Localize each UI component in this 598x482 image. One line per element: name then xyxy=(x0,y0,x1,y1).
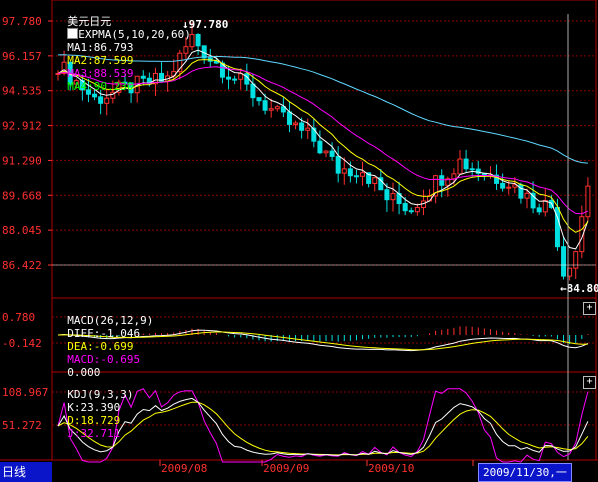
candle-body xyxy=(238,73,244,80)
candle-body xyxy=(195,33,201,47)
kdj-j: J:32.711 xyxy=(67,427,121,440)
candle-body xyxy=(573,251,579,269)
candle-body xyxy=(92,93,98,98)
candle-body xyxy=(353,175,359,178)
indicator-name: EXPMA(5,10,20,60) xyxy=(78,28,191,41)
candle-body xyxy=(384,189,390,201)
macd-tick-label: 0.780 xyxy=(2,311,35,324)
candle-body xyxy=(347,168,353,177)
candle-body xyxy=(457,158,463,175)
candle-body xyxy=(469,168,475,171)
candle-body xyxy=(536,207,542,213)
candle-body xyxy=(232,78,238,81)
macd-value: MACD:-0.695 xyxy=(67,353,141,366)
low-marker: ←84.800 xyxy=(560,282,598,295)
candle-body xyxy=(439,175,445,186)
macd-name: MACD(26,12,9) xyxy=(67,314,154,327)
main-legend: 美元日元 EXPMA(5,10,20,60) MA1:86.793 MA2:87… xyxy=(54,2,191,93)
candle-body xyxy=(286,111,292,125)
kdj-name: KDJ(9,3,3) xyxy=(67,388,134,401)
ma1-value: MA1:86.793 xyxy=(67,41,134,54)
kdj-k-line xyxy=(57,397,589,456)
period-tab[interactable]: 日线 xyxy=(0,462,52,482)
date-label: 2009/08 xyxy=(161,462,207,475)
macd-expand-button[interactable]: + xyxy=(583,302,596,315)
candle-body xyxy=(250,83,256,99)
price-tick-label: 96.157 xyxy=(2,50,42,63)
candle-body xyxy=(372,177,378,184)
expma-icon xyxy=(67,28,79,39)
candle-body xyxy=(561,246,567,277)
candle-body xyxy=(226,76,232,80)
candle-body xyxy=(408,210,414,213)
price-tick-label: 92.912 xyxy=(2,120,42,133)
candle-body xyxy=(463,158,469,170)
kdj-d: D:18.729 xyxy=(67,414,121,427)
price-tick-label: 86.422 xyxy=(2,259,42,272)
candle-body xyxy=(329,150,335,157)
macd-dea: DEA:-0.699 xyxy=(67,340,134,353)
kdj-legend: KDJ(9,3,3) K:23.390 D:18.729 J:32.711 xyxy=(54,375,133,440)
cursor-date: 2009/11/30,一 xyxy=(478,463,572,482)
candle-body xyxy=(542,199,548,213)
macd-tick-label: -0.142 xyxy=(2,337,42,350)
candle-body xyxy=(500,182,506,189)
candle-body xyxy=(98,96,104,104)
candle-body xyxy=(451,173,457,180)
candle-body xyxy=(262,100,268,111)
date-label: 2009/10 xyxy=(368,462,414,475)
candle-body xyxy=(305,127,311,131)
candle-body xyxy=(323,150,329,154)
kdj-k: K:23.390 xyxy=(67,401,121,414)
candle-body xyxy=(268,108,274,111)
candle-body xyxy=(274,106,280,110)
candle-body xyxy=(414,207,420,213)
candle-body xyxy=(311,127,317,142)
price-tick-label: 94.535 xyxy=(2,85,42,98)
price-tick-label: 89.668 xyxy=(2,189,42,202)
candle-body xyxy=(524,192,530,199)
ma4-value: MA4:90.230 xyxy=(67,80,134,93)
candle-body xyxy=(293,122,299,125)
price-tick-label: 97.780 xyxy=(2,15,42,28)
kdj-tick-label: 108.967 xyxy=(2,386,48,399)
kdj-tick-label: 51.272 xyxy=(2,419,42,432)
ma3-value: MA3:88.539 xyxy=(67,67,134,80)
candle-body xyxy=(299,122,305,131)
candle-body xyxy=(360,172,366,177)
price-tick-label: 91.290 xyxy=(2,154,42,167)
ma2-value: MA2:87.599 xyxy=(67,54,134,67)
kdj-d-line xyxy=(57,401,589,456)
candle-body xyxy=(256,97,262,102)
macd-legend: MACD(26,12,9) DIFF:-1.046 DEA:-0.699 MAC… xyxy=(54,301,153,379)
macd-diff: DIFF:-1.046 xyxy=(67,327,141,340)
price-tick-label: 88.045 xyxy=(2,224,42,237)
candle-body xyxy=(390,193,396,201)
candle-body xyxy=(341,168,347,174)
candle-body xyxy=(317,140,323,154)
kdj-expand-button[interactable]: + xyxy=(583,376,596,389)
candle-body xyxy=(506,186,512,189)
candle-body xyxy=(104,97,110,104)
candle-body xyxy=(335,155,341,174)
candle-body xyxy=(402,203,408,212)
symbol-name: 美元日元 xyxy=(67,15,112,28)
date-label: 2009/09 xyxy=(263,462,309,475)
